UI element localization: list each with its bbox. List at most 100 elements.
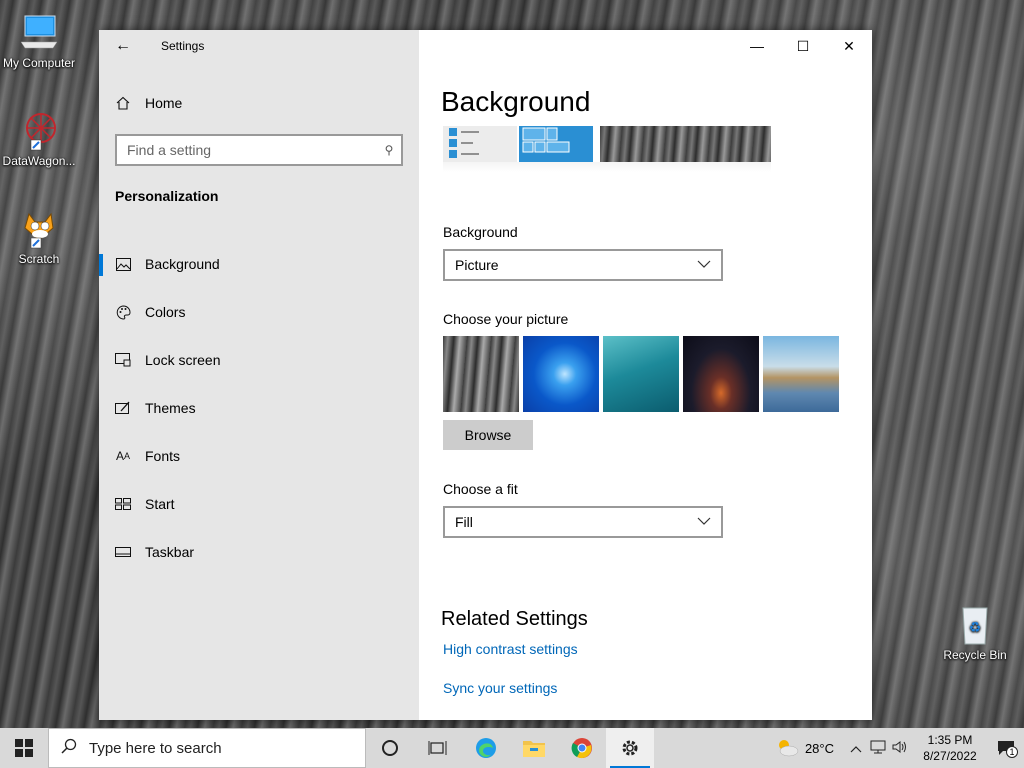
preview-start-menu <box>443 126 517 162</box>
nav-item-label: Fonts <box>145 448 181 464</box>
taskbar-search-box[interactable]: Type here to search <box>48 728 366 768</box>
picture-thumbnail[interactable] <box>523 336 599 412</box>
window-title: Settings <box>161 39 205 53</box>
preview-shadow <box>443 162 771 172</box>
close-button[interactable]: ✕ <box>826 30 872 62</box>
system-tray: 28°C 1:35 PM 8/27/2022 1 <box>775 728 1024 768</box>
maximize-button[interactable]: ☐ <box>780 30 826 62</box>
chrome-icon <box>571 738 592 759</box>
taskbar-search-placeholder: Type here to search <box>89 739 222 757</box>
preview-tiles <box>519 126 593 162</box>
nav-item-label: Start <box>145 496 175 512</box>
datawagon-icon <box>17 108 61 152</box>
taskbar: Type here to search 28°C 1:35 PM 8/27/20… <box>0 728 1024 768</box>
task-view-icon <box>428 741 447 755</box>
nav-list: Background Colors Lock screen Themes A A… <box>99 240 419 576</box>
related-settings-title: Related Settings <box>441 608 588 630</box>
background-preview <box>443 126 771 172</box>
background-type-dropdown[interactable]: Picture <box>443 249 723 281</box>
nav-item-lock-screen[interactable]: Lock screen <box>99 336 419 384</box>
taskbar-file-explorer[interactable] <box>510 728 558 768</box>
close-icon: ✕ <box>843 37 855 54</box>
desktop-icon-scratch[interactable]: Scratch <box>0 206 78 266</box>
cortana-button[interactable] <box>366 728 414 768</box>
task-view-button[interactable] <box>414 728 462 768</box>
sync-settings-link[interactable]: Sync your settings <box>443 680 557 696</box>
nav-item-start[interactable]: Start <box>99 480 419 528</box>
taskbar-chrome[interactable] <box>558 728 606 768</box>
picture-thumbnail[interactable] <box>443 336 519 412</box>
scratch-cat-icon <box>17 206 61 250</box>
fonts-icon: AA <box>115 449 131 463</box>
search-icon <box>49 738 89 759</box>
start-button[interactable] <box>0 728 48 768</box>
browse-button[interactable]: Browse <box>443 420 533 450</box>
lock-screen-icon <box>115 352 131 368</box>
high-contrast-link[interactable]: High contrast settings <box>443 641 578 657</box>
nav-section-title: Personalization <box>115 188 219 204</box>
nav-item-background[interactable]: Background <box>99 240 419 288</box>
chevron-up-icon[interactable] <box>850 741 862 756</box>
network-icon[interactable] <box>870 740 886 757</box>
taskbar-settings[interactable] <box>606 728 654 768</box>
window-controls: — ☐ ✕ <box>734 30 872 62</box>
desktop-icon-label: My Computer <box>2 56 76 70</box>
title-bar: ← Settings <box>99 30 419 62</box>
preview-wallpaper <box>600 126 771 162</box>
choose-picture-label: Choose your picture <box>443 311 569 327</box>
desktop-icon-recycle-bin[interactable]: ♻ Recycle Bin <box>936 602 1014 662</box>
picture-thumbnail[interactable] <box>763 336 839 412</box>
back-button[interactable]: ← <box>99 30 147 62</box>
weather-icon[interactable] <box>775 737 799 760</box>
clock[interactable]: 1:35 PM 8/27/2022 <box>912 732 988 764</box>
choose-fit-label: Choose a fit <box>443 481 518 497</box>
nav-item-colors[interactable]: Colors <box>99 288 419 336</box>
settings-window: ← Settings Home ⚲ Personalization Backgr… <box>99 30 872 720</box>
nav-home[interactable]: Home <box>99 88 419 118</box>
folder-icon <box>523 741 545 757</box>
chevron-down-icon <box>697 516 711 528</box>
arrow-left-icon: ← <box>115 37 131 54</box>
desktop-icon-datawagon[interactable]: DataWagon... <box>0 108 78 168</box>
desktop-icon-my-computer[interactable]: My Computer <box>0 10 78 70</box>
clock-time: 1:35 PM <box>927 733 973 747</box>
desktop-icon-label: Scratch <box>18 252 60 266</box>
nav-item-label: Themes <box>145 400 196 416</box>
fit-value: Fill <box>455 514 473 530</box>
nav-item-label: Colors <box>145 304 186 320</box>
picture-thumbnail[interactable] <box>683 336 759 412</box>
find-setting-search[interactable]: ⚲ <box>115 134 403 166</box>
nav-item-label: Background <box>145 256 220 272</box>
nav-item-themes[interactable]: Themes <box>99 384 419 432</box>
settings-content: — ☐ ✕ Background Background Picture Choo… <box>419 30 872 720</box>
desktop-icon-label: Recycle Bin <box>943 648 1007 662</box>
page-title: Background <box>441 86 591 117</box>
maximize-icon: ☐ <box>796 37 810 54</box>
find-setting-input[interactable] <box>117 142 377 158</box>
picture-icon <box>115 256 131 272</box>
home-icon <box>115 95 131 111</box>
background-type-value: Picture <box>455 257 499 273</box>
desktop-icon-label: DataWagon... <box>2 154 76 168</box>
minimize-button[interactable]: — <box>734 30 780 62</box>
picture-thumbnails <box>443 336 839 412</box>
taskbar-icon <box>115 544 131 560</box>
windows-logo-icon <box>15 739 33 757</box>
background-label: Background <box>443 224 518 240</box>
nav-item-label: Lock screen <box>145 352 221 368</box>
chevron-down-icon <box>697 259 711 271</box>
volume-icon[interactable] <box>892 740 908 757</box>
taskbar-edge[interactable] <box>462 728 510 768</box>
start-icon <box>115 496 131 512</box>
search-icon: ⚲ <box>384 143 394 157</box>
picture-thumbnail[interactable] <box>603 336 679 412</box>
svg-text:♻: ♻ <box>969 620 982 636</box>
notification-badge: 1 <box>1006 746 1018 758</box>
nav-item-label: Taskbar <box>145 544 195 560</box>
nav-item-fonts[interactable]: AA Fonts <box>99 432 419 480</box>
nav-item-taskbar[interactable]: Taskbar <box>99 528 419 576</box>
themes-icon <box>115 400 131 416</box>
notification-center-button[interactable]: 1 <box>988 740 1024 758</box>
weather-temperature[interactable]: 28°C <box>805 741 834 756</box>
fit-dropdown[interactable]: Fill <box>443 506 723 538</box>
